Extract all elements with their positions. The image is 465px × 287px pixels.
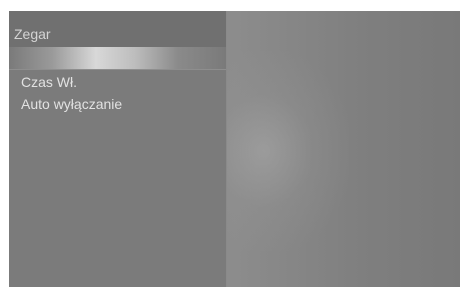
menu-header: Zegar	[9, 11, 226, 51]
menu-item-list: Czas Wł. Auto wyłączanie	[9, 71, 226, 115]
menu-item-on-time[interactable]: Czas Wł.	[9, 71, 226, 93]
menu-title: Zegar	[14, 26, 51, 42]
menu-item-auto-off[interactable]: Auto wyłączanie	[9, 93, 226, 115]
clock-menu-panel: Zegar Czas Wł. Auto wyłączanie	[9, 11, 227, 287]
selection-highlight-bar	[9, 47, 226, 69]
tv-screen: Zegar Czas Wł. Auto wyłączanie	[9, 11, 460, 287]
header-divider	[9, 69, 226, 70]
